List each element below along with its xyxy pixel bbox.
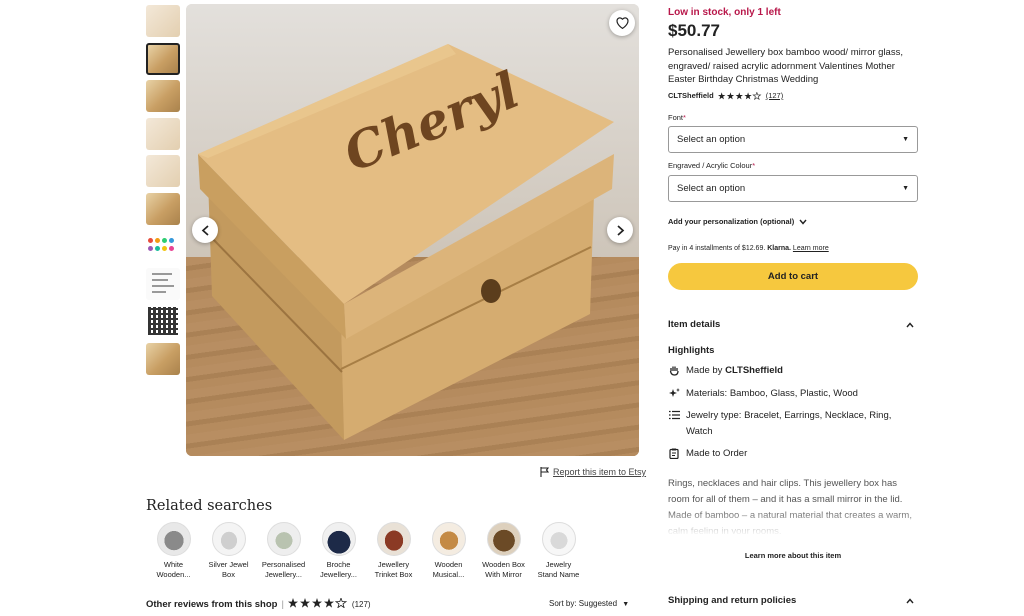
- thumbnail-6[interactable]: [146, 192, 180, 225]
- shop-info: CLTSheffield (127): [668, 91, 918, 100]
- font-select[interactable]: Select an option ▼: [668, 126, 918, 153]
- shipping-policies-toggle[interactable]: Shipping and return policies: [668, 595, 918, 606]
- related-search-image: [156, 522, 191, 556]
- chevron-down-icon: [799, 219, 807, 225]
- main-product-image: Cheryl: [186, 4, 639, 456]
- item-details-heading: Item details: [668, 319, 721, 330]
- thumbnail-8[interactable]: [146, 267, 180, 300]
- other-reviews-header: Other reviews from this shop | (127): [146, 596, 371, 611]
- related-search-item[interactable]: Wooden Box With Mirror: [476, 522, 531, 580]
- stars-icon: [287, 596, 348, 609]
- favorite-button[interactable]: [609, 10, 635, 36]
- highlight-materials: Materials: Bamboo, Glass, Plastic, Wood: [668, 386, 918, 402]
- chevron-left-icon: [201, 224, 209, 236]
- caret-down-icon: ▼: [902, 136, 909, 143]
- learn-more-link[interactable]: Learn more: [793, 245, 829, 252]
- hand-icon: [669, 366, 679, 376]
- caret-down-icon: ▼: [622, 601, 630, 608]
- report-item-link[interactable]: Report this item to Etsy: [540, 467, 646, 477]
- related-search-item[interactable]: Broche Jewellery...: [311, 522, 366, 580]
- related-search-item[interactable]: Jewelry Stand Name: [531, 522, 586, 580]
- shipping-heading: Shipping and return policies: [668, 595, 797, 606]
- related-search-image: [376, 522, 411, 556]
- related-search-image: [431, 522, 466, 556]
- related-search-item[interactable]: Wooden Musical...: [421, 522, 476, 580]
- related-search-image: [321, 522, 356, 556]
- other-reviews-count: (127): [351, 600, 371, 609]
- product-title: Personalised Jewellery box bamboo wood/ …: [668, 47, 903, 85]
- thumbnail-5[interactable]: [146, 155, 180, 187]
- caret-down-icon: ▼: [902, 185, 909, 192]
- related-search-image: [486, 522, 521, 556]
- related-search-label: Wooden Box With Mirror: [482, 560, 525, 579]
- description-fade: [668, 508, 918, 536]
- stock-status: Low in stock, only 1 left: [668, 7, 781, 18]
- made-by-shop-link[interactable]: CLTSheffield: [725, 365, 783, 376]
- next-image-button[interactable]: [607, 217, 633, 243]
- product-price: $50.77: [668, 21, 720, 40]
- report-item-text: Report this item to Etsy: [553, 467, 647, 477]
- colour-select[interactable]: Select an option ▼: [668, 175, 918, 202]
- highlight-jewelry-type: Jewelry type: Bracelet, Earrings, Neckla…: [668, 408, 918, 440]
- personalization-label: Add your personalization (optional): [668, 217, 795, 226]
- related-search-label: Silver Jewel Box: [208, 560, 249, 579]
- add-to-cart-button[interactable]: Add to cart: [668, 263, 918, 290]
- thumbnail-9[interactable]: [146, 305, 180, 337]
- related-search-item[interactable]: Jewellery Trinket Box: [366, 522, 421, 580]
- klarna-logo: Klarna.: [767, 245, 791, 252]
- review-count-link[interactable]: (127): [766, 91, 784, 100]
- related-search-item[interactable]: Silver Jewel Box: [201, 522, 256, 580]
- sort-reviews-dropdown[interactable]: Sort by: Suggested ▼: [549, 599, 629, 608]
- other-reviews-label: Other reviews from this shop: [146, 599, 278, 610]
- item-details-toggle[interactable]: Item details: [668, 319, 918, 330]
- chevron-up-icon: [906, 597, 914, 603]
- related-search-image: [541, 522, 576, 556]
- font-label: Font*: [668, 113, 686, 122]
- installments-info: Pay in 4 installments of $12.69. Klarna.…: [668, 245, 829, 252]
- related-search-item[interactable]: Personalised Jewellery...: [256, 522, 311, 580]
- shop-stars-icon: [717, 91, 762, 100]
- sparkle-icon: [668, 388, 680, 397]
- chevron-up-icon: [906, 321, 914, 327]
- thumbnail-4[interactable]: [146, 117, 180, 150]
- related-search-label: Personalised Jewellery...: [261, 560, 306, 579]
- related-search-image: [211, 522, 246, 556]
- jewellery-box-illustration: Cheryl: [198, 44, 614, 440]
- heart-icon: [615, 17, 629, 29]
- related-search-label: Broche Jewellery...: [320, 560, 357, 579]
- highlight-made-to-order: Made to Order: [668, 446, 918, 462]
- colour-label: Engraved / Acrylic Colour*: [668, 161, 756, 170]
- previous-image-button[interactable]: [192, 217, 218, 243]
- related-searches-title: Related searches: [146, 498, 273, 514]
- font-select-value: Select an option: [677, 134, 746, 145]
- highlight-made-by: Made by CLTSheffield: [668, 363, 918, 379]
- sort-label: Sort by: Suggested: [549, 599, 618, 608]
- chevron-right-icon: [616, 224, 624, 236]
- related-search-label: Jewellery Trinket Box: [374, 560, 413, 579]
- shop-name-link[interactable]: CLTSheffield: [668, 91, 714, 100]
- thumbnail-7[interactable]: [146, 230, 180, 262]
- learn-more-about-item-button[interactable]: Learn more about this item: [668, 551, 918, 560]
- highlights-title: Highlights: [668, 345, 715, 356]
- related-search-label: White Wooden...: [156, 560, 191, 579]
- thumbnail-10[interactable]: [146, 342, 180, 375]
- related-searches-list: White Wooden... Silver Jewel Box Personali…: [146, 522, 586, 580]
- list-icon: [668, 410, 680, 420]
- thumbnail-2[interactable]: [146, 42, 180, 75]
- thumbnail-3[interactable]: [146, 80, 180, 112]
- star-rating: [287, 596, 348, 611]
- related-search-label: Wooden Musical...: [432, 560, 465, 579]
- related-search-item[interactable]: White Wooden...: [146, 522, 201, 580]
- flag-icon: [540, 467, 549, 477]
- related-search-image: [266, 522, 301, 556]
- thumbnail-strip: [146, 5, 182, 380]
- colour-select-value: Select an option: [677, 183, 746, 194]
- thumbnail-1[interactable]: [146, 5, 180, 37]
- clipboard-icon: [669, 448, 679, 459]
- related-search-label: Jewelry Stand Name: [537, 560, 580, 579]
- add-personalization-toggle[interactable]: Add your personalization (optional): [668, 217, 918, 226]
